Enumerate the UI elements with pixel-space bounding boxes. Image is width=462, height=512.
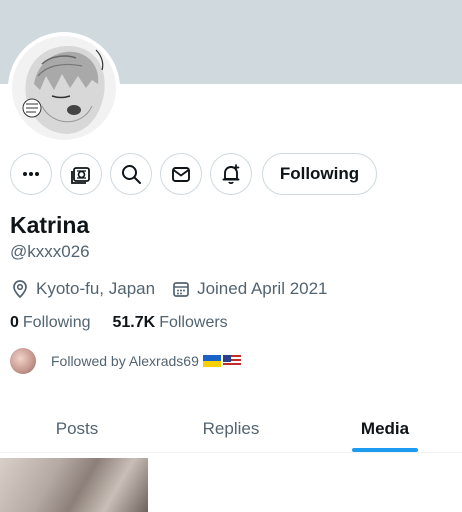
calendar-icon [173, 282, 189, 297]
followers-count: 51.7K [112, 314, 156, 331]
followers-stat[interactable]: 51.7K Followers [113, 314, 228, 332]
message-icon [172, 167, 190, 182]
tab-posts[interactable]: Posts [0, 405, 154, 452]
notifications-button[interactable] [210, 153, 252, 195]
avatar-illustration [12, 36, 116, 140]
joined-text: Joined April 2021 [197, 279, 328, 298]
ukraine-flag-icon [202, 355, 221, 367]
search-button[interactable] [110, 153, 152, 195]
profile-meta: Kyoto-fu, Japan Joined April 2021 [10, 278, 344, 300]
following-label: Following [22, 314, 91, 331]
tab-media[interactable]: Media [308, 405, 462, 452]
following-count: 0 [10, 314, 19, 331]
follow-stats: 0 Following 51.7K Followers [10, 314, 250, 332]
location-pin-icon [13, 280, 27, 299]
followed-by[interactable]: Followed by Alexrads69 [10, 347, 241, 375]
following-button[interactable]: Following [262, 153, 377, 195]
follower-avatar [10, 348, 36, 374]
followed-by-text: Followed by Alexrads69 [51, 353, 199, 369]
us-flag-icon [222, 355, 241, 367]
media-thumbnail[interactable] [0, 458, 148, 512]
location-text: Kyoto-fu, Japan [36, 279, 156, 298]
media-grid [0, 458, 462, 512]
joined-item: Joined April 2021 [171, 279, 328, 299]
tab-replies[interactable]: Replies [154, 405, 308, 452]
search-icon [122, 165, 141, 184]
subscriptions-icon [71, 167, 90, 184]
more-icon [23, 172, 39, 176]
notification-bell-icon [222, 164, 240, 184]
subscriptions-button[interactable] [60, 153, 102, 195]
display-name: Katrina [10, 212, 90, 238]
user-handle: @kxxx026 [10, 242, 90, 261]
profile-actions: Following [0, 153, 462, 195]
more-button[interactable] [10, 153, 52, 195]
message-button[interactable] [160, 153, 202, 195]
followers-label: Followers [159, 314, 228, 331]
profile-avatar[interactable] [12, 36, 116, 140]
profile-tabs: Posts Replies Media [0, 405, 462, 453]
following-stat[interactable]: 0 Following [10, 314, 91, 332]
location-item: Kyoto-fu, Japan [10, 279, 155, 299]
